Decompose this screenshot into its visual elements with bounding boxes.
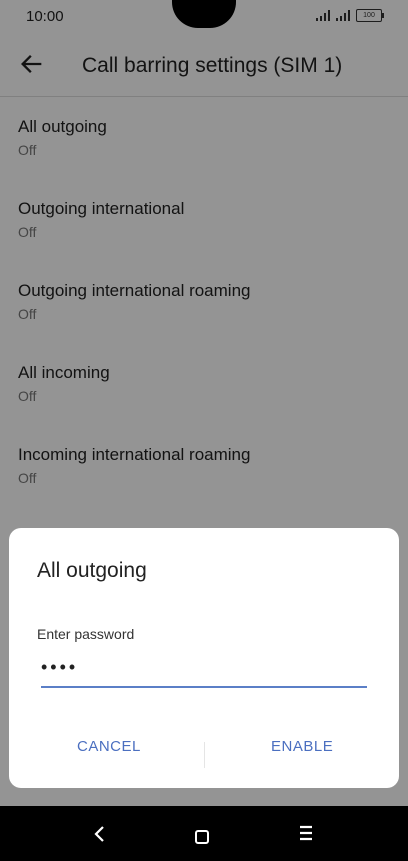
dialog-title: All outgoing	[37, 559, 147, 582]
enable-button[interactable]: ENABLE	[271, 738, 333, 755]
home-square-icon[interactable]	[195, 830, 209, 844]
screen: 10:00 100 Call barring settings (SIM 1) …	[0, 0, 408, 806]
navigation-bar	[0, 806, 408, 861]
password-dialog: All outgoing Enter password •••• CANCEL …	[9, 528, 399, 788]
password-label: Enter password	[37, 626, 135, 642]
button-divider	[204, 742, 205, 768]
cancel-button[interactable]: CANCEL	[77, 738, 141, 755]
password-value: ••••	[41, 657, 79, 677]
chevron-left-icon[interactable]	[90, 824, 110, 844]
password-input[interactable]: ••••	[41, 654, 367, 688]
menu-icon[interactable]	[298, 824, 314, 842]
